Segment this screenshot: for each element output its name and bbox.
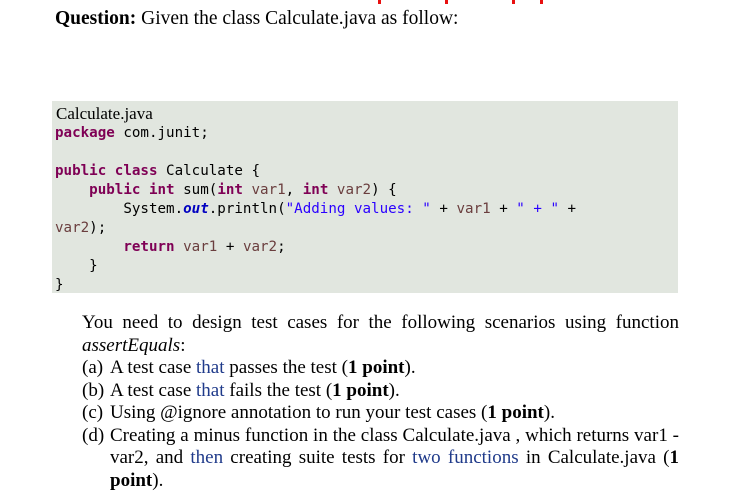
clipped-red-heading xyxy=(120,0,560,6)
code-keyword: package xyxy=(55,125,115,141)
question-label: Question: xyxy=(55,8,137,29)
code-text: com.junit; xyxy=(114,125,209,141)
task-item-b: (b) A test case that fails the test (1 p… xyxy=(82,380,679,403)
task-points: 1 point xyxy=(487,402,544,423)
task-text: ). xyxy=(152,469,164,491)
task-label: (b) xyxy=(82,379,105,401)
code-variable: var1 xyxy=(456,201,491,217)
task-text: A test case xyxy=(110,357,197,378)
code-keyword: int xyxy=(148,182,175,198)
code-keyword: public xyxy=(55,163,107,179)
code-text: } xyxy=(89,258,98,274)
code-filename: Calculate.java xyxy=(56,104,153,123)
task-text: A test case xyxy=(110,379,197,401)
task-label: (d) xyxy=(82,424,105,446)
task-text: passes the test ( xyxy=(224,357,348,378)
code-keyword: return xyxy=(123,239,175,255)
code-variable: var2 xyxy=(336,182,372,198)
task-item-c: (c) Using @ignore annotation to run your… xyxy=(82,402,679,425)
task-item-a: (a) A test case that passes the test (1 … xyxy=(82,357,679,380)
code-field: out xyxy=(183,201,209,217)
task-points: 1 point xyxy=(332,379,389,401)
question-heading: Question: Given the class Calculate.java… xyxy=(55,8,458,30)
task-text: Using @ignore annotation to run your tes… xyxy=(110,402,488,423)
intro-colon: : xyxy=(180,334,186,356)
task-text: that xyxy=(196,357,225,378)
code-text: Calculate { xyxy=(157,163,261,179)
code-text: ); xyxy=(89,220,107,236)
code-keyword: public xyxy=(89,182,141,198)
code-listing: package com.junit; public class Calculat… xyxy=(55,124,576,295)
task-text: creating suite tests for xyxy=(223,447,413,468)
task-points: 1 point xyxy=(348,357,405,378)
code-text: System. xyxy=(123,201,184,217)
code-text: + xyxy=(490,201,517,217)
code-variable: var2 xyxy=(242,239,278,255)
assert-function-name: assertEquals xyxy=(82,334,181,356)
code-text: + xyxy=(430,201,457,217)
code-variable: var1 xyxy=(183,239,218,255)
code-text: ) { xyxy=(371,182,397,198)
instructions-intro: You need to design test cases for the fo… xyxy=(82,312,679,357)
question-text: Given the class Calculate.java as follow… xyxy=(136,8,459,29)
code-keyword: int xyxy=(217,182,243,198)
code-text: , xyxy=(285,182,303,198)
task-item-d: (d) Creating a minus function in the cla… xyxy=(82,425,679,493)
code-string: " + " xyxy=(516,201,559,217)
task-text: ). xyxy=(404,357,416,378)
task-text: ). xyxy=(543,402,555,423)
code-keyword: class xyxy=(114,163,158,179)
task-text: two functions xyxy=(412,447,519,468)
task-text: that xyxy=(196,379,225,401)
code-variable: var1 xyxy=(251,182,286,198)
code-text: ; xyxy=(277,239,286,255)
code-keyword: int xyxy=(302,182,329,198)
code-text: + xyxy=(559,201,577,217)
task-text: ). xyxy=(388,379,400,401)
instructions: You need to design test cases for the fo… xyxy=(82,312,679,492)
task-label: (a) xyxy=(82,357,104,378)
task-text: then xyxy=(190,447,224,468)
code-string: "Adding values: " xyxy=(285,201,431,217)
code-text: } xyxy=(55,277,64,293)
task-text: in Calculate.java ( xyxy=(518,447,670,468)
code-variable: var2 xyxy=(55,220,90,236)
intro-text: You need to design test cases for the fo… xyxy=(82,312,679,333)
task-label: (c) xyxy=(82,402,104,423)
code-text: .println( xyxy=(208,201,286,217)
code-text: + xyxy=(217,239,243,255)
code-text: sum( xyxy=(174,182,218,198)
task-text: fails the test ( xyxy=(224,379,333,401)
